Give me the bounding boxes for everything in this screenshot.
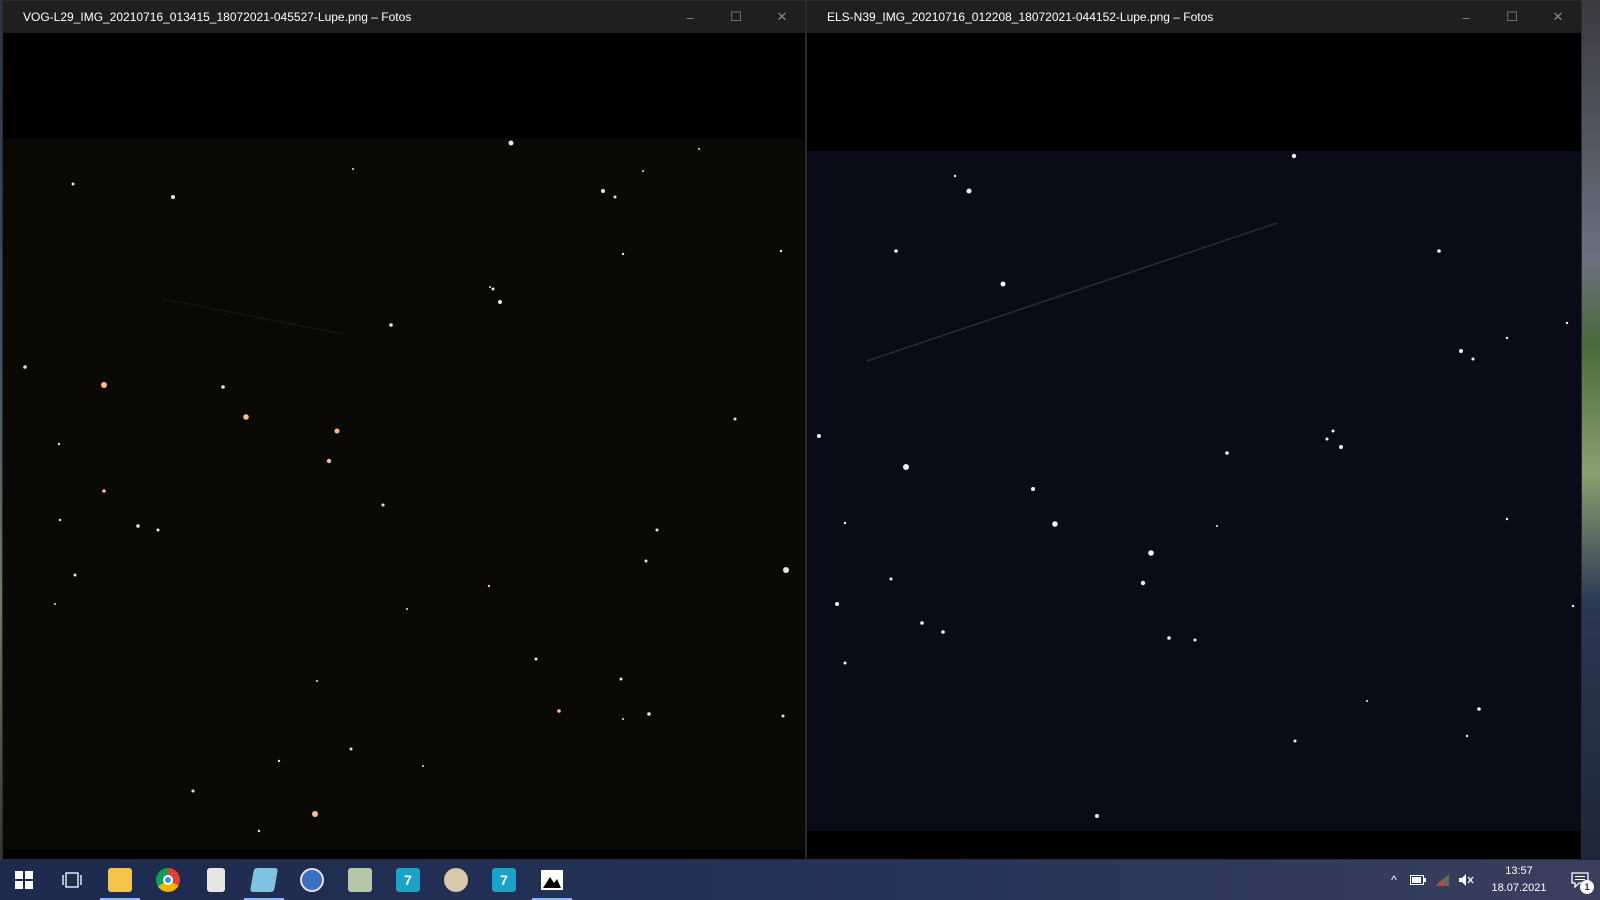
notepad-icon — [249, 868, 279, 892]
system-tray: ^ 13:57 18.07.2021 1 — [1382, 860, 1600, 900]
task-view-button[interactable] — [48, 860, 96, 900]
night-sky-image — [807, 151, 1581, 831]
taskbar-app-seven-a[interactable]: 7 — [384, 860, 432, 900]
titlebar-right[interactable]: ELS-N39_IMG_20210716_012208_18072021-044… — [807, 1, 1581, 33]
photos-icon — [541, 870, 563, 890]
eye-icon — [348, 868, 372, 892]
calculator-icon — [207, 868, 225, 892]
taskbar-chrome[interactable] — [144, 860, 192, 900]
taskbar-paint[interactable] — [432, 860, 480, 900]
window-title: ELS-N39_IMG_20210716_012208_18072021-044… — [827, 10, 1214, 24]
network-icon[interactable] — [1430, 860, 1454, 900]
window-title: VOG-L29_IMG_20210716_013415_18072021-045… — [23, 10, 412, 24]
maximize-button[interactable]: ☐ — [1489, 1, 1535, 33]
night-sky-image — [3, 139, 805, 849]
notification-badge: 1 — [1580, 880, 1594, 894]
taskbar-app-seven-b[interactable]: 7 — [480, 860, 528, 900]
chevron-up-icon[interactable]: ^ — [1382, 860, 1406, 900]
minimize-button[interactable]: – — [1443, 1, 1489, 33]
maximize-button[interactable]: ☐ — [713, 1, 759, 33]
clock-date: 18.07.2021 — [1491, 882, 1547, 894]
chrome-icon — [156, 868, 180, 892]
palette-icon — [444, 868, 468, 892]
close-button[interactable]: ✕ — [1535, 1, 1581, 33]
taskbar-file-explorer[interactable] — [96, 860, 144, 900]
taskbar-notepad[interactable] — [240, 860, 288, 900]
photos-window-left[interactable]: VOG-L29_IMG_20210716_013415_18072021-045… — [2, 0, 806, 860]
folder-icon — [108, 868, 132, 892]
start-button[interactable] — [0, 860, 48, 900]
battery-icon[interactable] — [1406, 860, 1430, 900]
wallpaper-edge — [1582, 0, 1600, 860]
seven-icon: 7 — [396, 868, 420, 892]
titlebar-left[interactable]: VOG-L29_IMG_20210716_013415_18072021-045… — [3, 1, 805, 33]
taskbar-calculator[interactable] — [192, 860, 240, 900]
star-photo-left — [3, 139, 805, 849]
image-canvas-left[interactable] — [3, 33, 805, 859]
clock[interactable]: 13:57 18.07.2021 — [1484, 863, 1554, 897]
clock-time: 13:57 — [1505, 865, 1533, 877]
taskbar-photos[interactable] — [528, 860, 576, 900]
star-photo-right — [807, 151, 1581, 831]
seven-icon: 7 — [492, 868, 516, 892]
notification-center-button[interactable]: 1 — [1560, 860, 1600, 900]
taskbar: 7 7 ^ 13:57 18.07.2021 1 — [0, 860, 1600, 900]
taskbar-app-globe[interactable] — [288, 860, 336, 900]
globe-icon — [300, 868, 324, 892]
volume-muted-icon[interactable] — [1454, 860, 1478, 900]
minimize-button[interactable]: – — [667, 1, 713, 33]
taskbar-app-eye[interactable] — [336, 860, 384, 900]
task-view-icon — [62, 872, 82, 888]
close-button[interactable]: ✕ — [759, 1, 805, 33]
windows-logo-icon — [15, 871, 33, 889]
image-canvas-right[interactable] — [807, 33, 1581, 859]
photos-window-right[interactable]: ELS-N39_IMG_20210716_012208_18072021-044… — [806, 0, 1582, 860]
